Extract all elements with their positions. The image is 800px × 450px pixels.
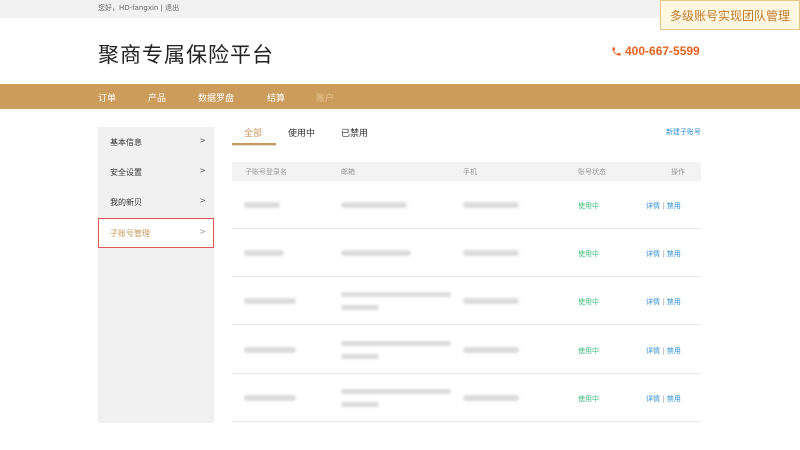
chevron-right-icon: > — [199, 196, 206, 205]
feature-callout: 多级账号实现团队管理 — [660, 0, 800, 30]
table-row: 使用中 详情 | 禁用 — [232, 229, 701, 277]
tabs-divider — [232, 145, 276, 146]
nav-settlement[interactable]: 结算 — [267, 91, 285, 104]
sidebar-item-basic-info[interactable]: 基本信息 > — [98, 127, 214, 157]
divider: | — [662, 250, 665, 258]
table-row: 使用中 详情 | 禁用 — [232, 374, 701, 422]
redacted-phone — [463, 347, 519, 353]
redacted-email — [341, 402, 379, 407]
disable-link[interactable]: 禁用 — [667, 347, 681, 355]
status-badge: 使用中 — [578, 298, 599, 306]
redacted-phone — [463, 250, 519, 256]
table-header: 子账号登录名 邮箱 手机 账号状态 操作 — [232, 162, 701, 181]
chevron-right-icon: > — [199, 136, 206, 145]
divider: | — [662, 395, 665, 403]
redacted-phone — [463, 298, 519, 304]
redacted-login — [244, 347, 296, 353]
status-badge: 使用中 — [578, 250, 599, 258]
phone-icon — [612, 46, 621, 56]
detail-link[interactable]: 详情 — [646, 347, 660, 355]
redacted-email — [341, 354, 379, 359]
row-actions: 详情 | 禁用 — [646, 346, 681, 356]
status-tabs: 全部 使用中 已禁用 — [232, 124, 701, 146]
sidebar-item-xinbei[interactable]: 我的新贝 > — [98, 187, 214, 217]
phone-number: 400-667-5599 — [625, 44, 700, 58]
sidebar-item-label: 安全设置 — [110, 168, 142, 177]
tab-all[interactable]: 全部 — [244, 126, 262, 139]
col-actions: 操作 — [671, 168, 685, 176]
status-badge: 使用中 — [578, 202, 599, 210]
detail-link[interactable]: 详情 — [646, 202, 660, 210]
disable-link[interactable]: 禁用 — [667, 298, 681, 306]
redacted-phone — [463, 395, 519, 401]
nav-orders[interactable]: 订单 — [98, 91, 116, 104]
col-email: 邮箱 — [341, 168, 355, 176]
sidebar-item-label: 我的新贝 — [110, 198, 142, 207]
chevron-right-icon: > — [199, 227, 206, 236]
status-badge: 使用中 — [578, 347, 599, 355]
redacted-email — [341, 202, 407, 208]
disable-link[interactable]: 禁用 — [667, 395, 681, 403]
redacted-email — [341, 305, 379, 310]
new-sub-account-link[interactable]: 新建子账号 — [666, 127, 701, 137]
site-title: 聚商专属保险平台 — [98, 43, 274, 67]
sidebar-item-label: 子账号管理 — [110, 229, 150, 238]
sidebar-item-security[interactable]: 安全设置 > — [98, 157, 214, 187]
main-nav: 订单 产品 数据罗盘 结算 账户 — [0, 84, 800, 109]
tab-in-use[interactable]: 使用中 — [288, 126, 315, 139]
table-row: 使用中 详情 | 禁用 — [232, 326, 701, 374]
col-phone: 手机 — [463, 168, 477, 176]
row-actions: 详情 | 禁用 — [646, 201, 681, 211]
detail-link[interactable]: 详情 — [646, 298, 660, 306]
redacted-email — [341, 389, 451, 394]
row-actions: 详情 | 禁用 — [646, 394, 681, 404]
divider: | — [662, 347, 665, 355]
divider: | — [662, 202, 665, 210]
nav-products[interactable]: 产品 — [148, 91, 166, 104]
redacted-login — [244, 298, 296, 304]
redacted-login — [244, 395, 296, 401]
nav-data-compass[interactable]: 数据罗盘 — [198, 91, 234, 104]
redacted-login — [244, 202, 280, 208]
row-actions: 详情 | 禁用 — [646, 249, 681, 259]
col-login-name: 子账号登录名 — [245, 168, 287, 176]
redacted-email — [341, 341, 451, 346]
greeting-text: 您好，HD-fangxin | 退出 — [98, 4, 180, 12]
table-row: 使用中 详情 | 禁用 — [232, 277, 701, 325]
disable-link[interactable]: 禁用 — [667, 202, 681, 210]
redacted-email — [341, 292, 451, 297]
detail-link[interactable]: 详情 — [646, 250, 660, 258]
redacted-phone — [463, 202, 519, 208]
sidebar-item-label: 基本信息 — [110, 138, 142, 147]
redacted-email — [341, 250, 411, 256]
table-row: 使用中 详情 | 禁用 — [232, 181, 701, 229]
col-status: 账号状态 — [578, 168, 606, 176]
divider: | — [662, 298, 665, 306]
hotline: 400-667-5599 — [611, 44, 700, 58]
sidebar-item-sub-accounts[interactable]: 子账号管理 > — [98, 218, 214, 248]
tab-disabled[interactable]: 已禁用 — [341, 126, 368, 139]
row-actions: 详情 | 禁用 — [646, 297, 681, 307]
nav-account[interactable]: 账户 — [316, 91, 334, 104]
status-badge: 使用中 — [578, 395, 599, 403]
chevron-right-icon: > — [199, 166, 206, 175]
active-tab-indicator — [232, 143, 276, 145]
detail-link[interactable]: 详情 — [646, 395, 660, 403]
redacted-login — [244, 250, 284, 256]
disable-link[interactable]: 禁用 — [667, 250, 681, 258]
account-sidebar: 基本信息 > 安全设置 > 我的新贝 > 子账号管理 > — [98, 127, 214, 423]
